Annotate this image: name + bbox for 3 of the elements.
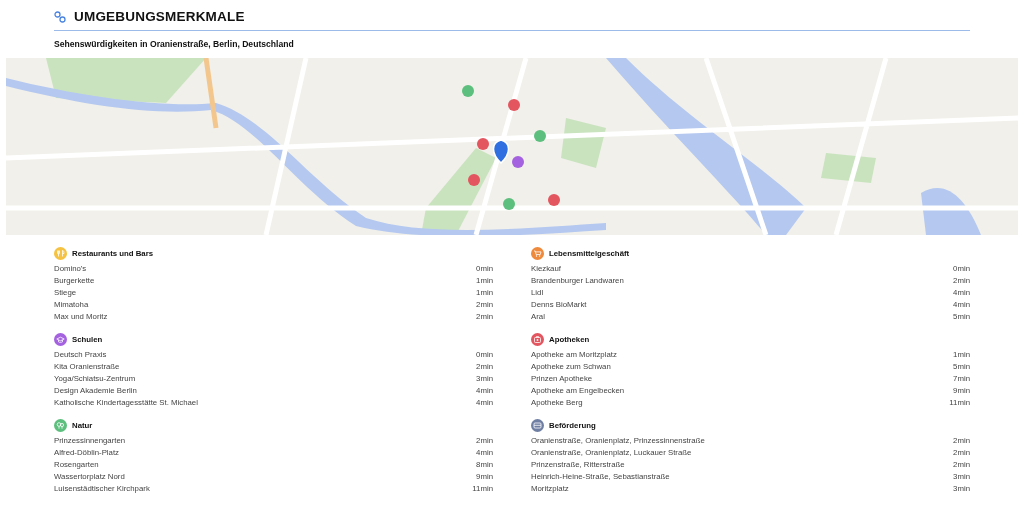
location-subtitle: Sehenswürdigkeiten in Oranienstraße, Berlin, Deutschland — [54, 38, 295, 52]
location-pins-icon — [54, 11, 66, 24]
section-title: UMGEBUNGSMERKMALE — [74, 8, 245, 26]
